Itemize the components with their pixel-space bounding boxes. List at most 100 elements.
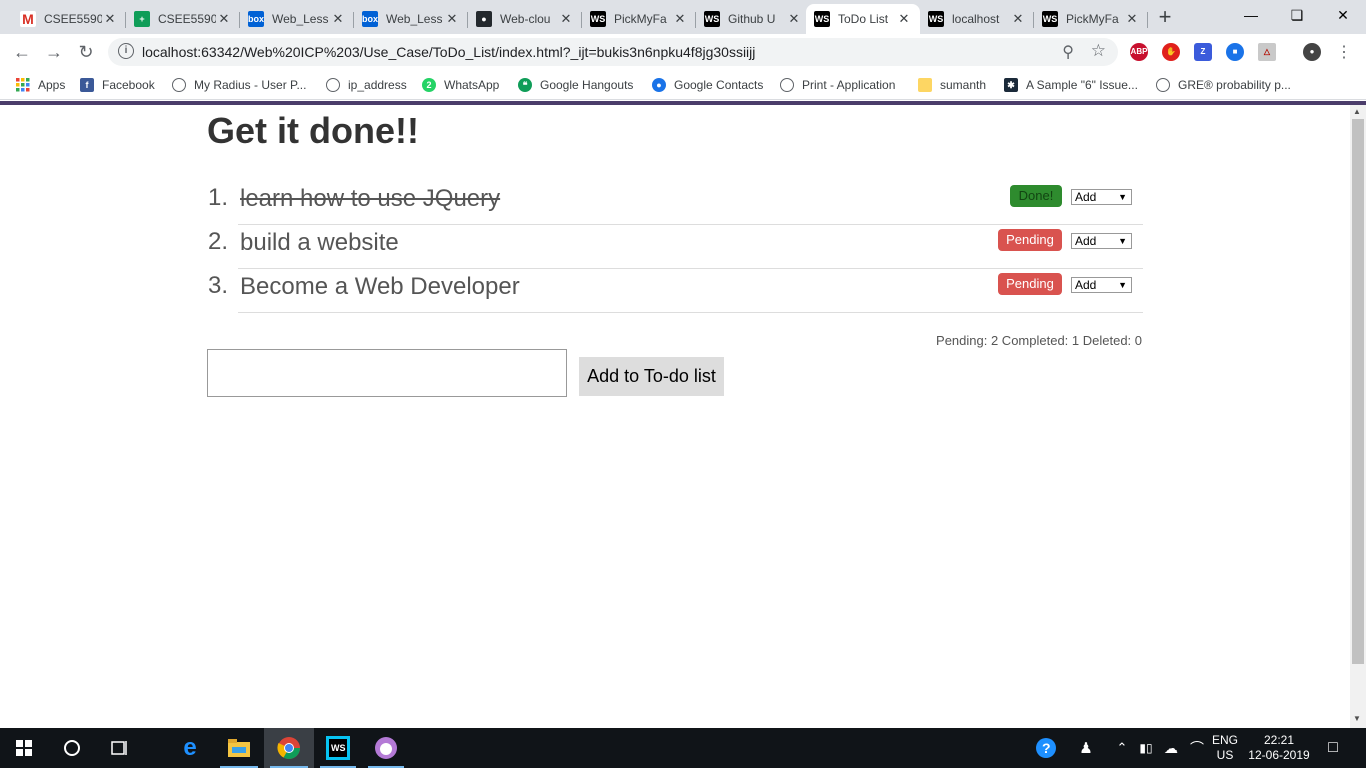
address-bar[interactable]: i localhost:63342/Web%20ICP%203/Use_Case… <box>108 38 1118 66</box>
menu-dots-icon[interactable]: ⋮ <box>1336 42 1352 62</box>
extension-icon[interactable]: ■ <box>1226 43 1244 61</box>
pending-button[interactable]: Pending <box>998 273 1062 295</box>
bookmark-item[interactable]: Apps <box>16 76 65 94</box>
date-label: 12-06-2019 <box>1248 748 1310 762</box>
cortana-icon[interactable] <box>48 728 96 768</box>
close-tab-icon[interactable]: ✕ <box>1010 11 1026 27</box>
url-text[interactable]: localhost:63342/Web%20ICP%203/Use_Case/T… <box>142 44 755 60</box>
edge-icon[interactable]: e <box>166 728 214 768</box>
bookmark-item[interactable]: f Facebook <box>80 76 155 94</box>
add-select[interactable]: Add ▼ <box>1071 233 1132 249</box>
help-icon[interactable]: ? <box>1032 728 1060 768</box>
profile-avatar[interactable]: ● <box>1303 43 1321 61</box>
pending-button[interactable]: Pending <box>998 229 1062 251</box>
close-window-icon[interactable]: ✕ <box>1320 0 1366 30</box>
svg-text:WS: WS <box>331 743 346 753</box>
zotero-icon[interactable]: Z <box>1194 43 1212 61</box>
bookmark-item[interactable]: ● Google Contacts <box>652 76 763 94</box>
adblock-icon[interactable]: ABP <box>1130 43 1148 61</box>
facebook-icon: f <box>80 78 94 92</box>
close-tab-icon[interactable]: ✕ <box>672 11 688 27</box>
bookmark-item[interactable]: ip_address <box>326 76 407 94</box>
bookmark-label: Print - Application <box>802 78 896 92</box>
bookmark-item[interactable]: Print - Application <box>780 76 895 94</box>
people-icon[interactable]: ♟ <box>1074 728 1098 768</box>
bookmark-item[interactable]: ✱ A Sample "6" Issue... <box>1004 76 1138 94</box>
search-icon[interactable]: ⚲ <box>1062 42 1074 62</box>
scroll-up-icon[interactable]: ▲ <box>1353 107 1361 116</box>
back-icon[interactable]: ← <box>10 40 34 64</box>
tab-8[interactable]: WS ToDo List ✕ <box>806 4 920 34</box>
chevron-up-icon[interactable]: ⌃ <box>1112 728 1132 768</box>
reload-icon[interactable]: ↻ <box>74 40 98 64</box>
webstorm-icon: WS <box>814 11 830 27</box>
new-tab-button[interactable]: + <box>1152 6 1178 28</box>
bookmark-item[interactable]: 2 WhatsApp <box>422 76 499 94</box>
tab-title: Web_Less <box>272 12 329 26</box>
tab-10[interactable]: WS PickMyFa ✕ <box>1034 4 1148 34</box>
task-counts: Pending: 2 Completed: 1 Deleted: 0 <box>936 333 1142 348</box>
close-tab-icon[interactable]: ✕ <box>216 11 232 27</box>
close-tab-icon[interactable]: ✕ <box>102 11 118 27</box>
close-tab-icon[interactable]: ✕ <box>786 11 802 27</box>
pdf-icon[interactable]: △ <box>1258 43 1276 61</box>
add-select[interactable]: Add ▼ <box>1071 189 1132 205</box>
webstorm-icon[interactable]: WS <box>314 728 362 768</box>
tab-1[interactable]: M CSEE5590 ✕ <box>12 4 126 34</box>
tab-5[interactable]: ● Web-clou ✕ <box>468 4 582 34</box>
tab-title: PickMyFa <box>1066 12 1119 26</box>
tab-4[interactable]: box Web_Less ✕ <box>354 4 468 34</box>
tab-3[interactable]: box Web_Less ✕ <box>240 4 354 34</box>
scrollbar[interactable]: ▲ ▼ <box>1350 105 1366 728</box>
todo-text[interactable]: Become a Web Developer <box>240 273 520 301</box>
onedrive-icon[interactable]: ☁ <box>1160 728 1182 768</box>
file-explorer-icon[interactable] <box>214 728 264 768</box>
stop-icon[interactable]: ✋ <box>1162 43 1180 61</box>
wifi-icon[interactable]: ⌒ <box>1186 728 1208 768</box>
close-tab-icon[interactable]: ✕ <box>1124 11 1140 27</box>
chrome-icon[interactable] <box>264 728 314 768</box>
bookmark-label: sumanth <box>940 78 987 92</box>
bookmark-star-icon[interactable]: ☆ <box>1091 41 1106 61</box>
task-view-icon[interactable] <box>96 728 144 768</box>
bookmark-item[interactable]: My Radius - User P... <box>172 76 306 94</box>
notifications-icon[interactable]: □ <box>1320 728 1346 768</box>
close-tab-icon[interactable]: ✕ <box>896 11 912 27</box>
todo-number: 2. <box>208 228 229 255</box>
minimize-icon[interactable]: — <box>1228 0 1274 30</box>
region-label: US <box>1216 748 1234 762</box>
todo-number: 3. <box>208 272 229 299</box>
close-tab-icon[interactable]: ✕ <box>558 11 574 27</box>
close-tab-icon[interactable]: ✕ <box>330 11 346 27</box>
contacts-icon: ● <box>652 78 666 92</box>
whatsapp-icon: 2 <box>422 78 436 92</box>
info-icon[interactable]: i <box>118 43 134 59</box>
chevron-down-icon: ▼ <box>1118 280 1127 290</box>
folder-icon <box>918 78 932 92</box>
done-button[interactable]: Done! <box>1010 185 1062 207</box>
add-todo-button[interactable]: Add to To-do list <box>579 357 724 396</box>
language-indicator[interactable]: ENG US <box>1210 728 1240 768</box>
tab-6[interactable]: WS PickMyFa ✕ <box>582 4 696 34</box>
bookmark-item[interactable]: sumanth <box>918 76 986 94</box>
bookmark-item[interactable]: GRE® probability p... <box>1156 76 1291 94</box>
todo-text[interactable]: build a website <box>240 229 399 257</box>
app-cat-icon[interactable] <box>362 728 410 768</box>
globe-icon <box>780 78 794 92</box>
tab-9[interactable]: WS localhost ✕ <box>920 4 1034 34</box>
todo-text[interactable]: learn how to use JQuery <box>240 185 500 213</box>
add-select[interactable]: Add ▼ <box>1071 277 1132 293</box>
tab-2[interactable]: + CSEE5590 ✕ <box>126 4 240 34</box>
todo-input[interactable] <box>207 349 567 397</box>
bookmark-item[interactable]: ❝ Google Hangouts <box>518 76 633 94</box>
scroll-down-icon[interactable]: ▼ <box>1353 714 1361 723</box>
forward-icon[interactable]: → <box>42 40 66 64</box>
close-tab-icon[interactable]: ✕ <box>444 11 460 27</box>
tab-title: ToDo List <box>838 12 889 26</box>
scrollbar-thumb[interactable] <box>1352 119 1364 664</box>
battery-icon[interactable]: ▮▯ <box>1136 728 1156 768</box>
tab-7[interactable]: WS Github U ✕ <box>696 4 810 34</box>
windows-start-icon[interactable] <box>0 728 48 768</box>
restore-icon[interactable]: ❏ <box>1274 0 1320 30</box>
clock[interactable]: 22:21 12-06-2019 <box>1244 728 1314 768</box>
